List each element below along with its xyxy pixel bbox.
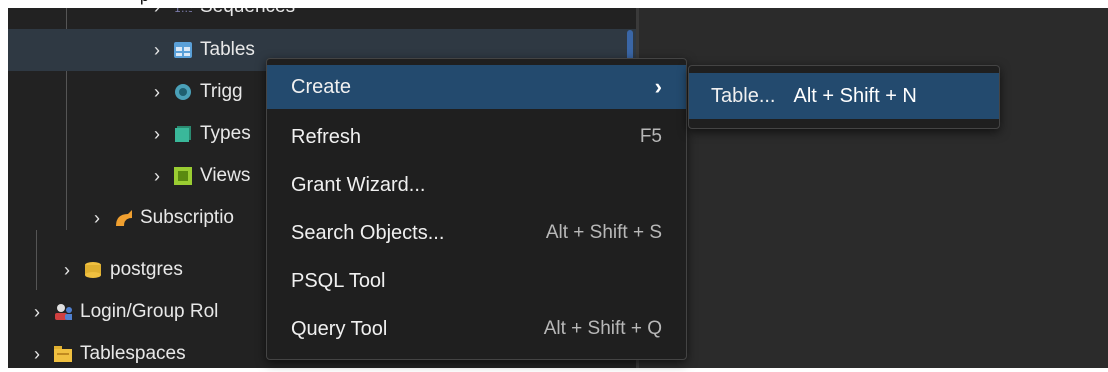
tree-item-label: Tablespaces: [80, 343, 186, 364]
top-border: [0, 0, 1108, 8]
menu-item-label: PSQL Tool: [291, 269, 386, 292]
tree-item-label: Login/Group Rol: [80, 301, 219, 322]
menu-item-query-tool[interactable]: Query Tool Alt + Shift + Q: [267, 307, 686, 351]
menu-item-label: Refresh: [291, 125, 362, 148]
views-icon: [174, 167, 192, 185]
chevron-right-icon[interactable]: ›: [146, 82, 168, 103]
menu-item-psql-tool[interactable]: PSQL Tool: [267, 259, 686, 303]
tree-item-label: postgres: [110, 259, 183, 280]
chevron-right-icon[interactable]: ›: [26, 302, 48, 323]
trigger-function-icon: [174, 83, 192, 101]
menu-item-refresh[interactable]: Refresh F5: [267, 115, 686, 159]
context-menu: Create › Refresh F5 Grant Wizard... Sear…: [266, 58, 687, 360]
database-icon: [84, 261, 102, 279]
chevron-right-icon: ›: [654, 74, 662, 99]
menu-item-label: Query Tool: [291, 317, 388, 340]
left-border: [0, 0, 8, 372]
tree-item-label: Types: [200, 123, 251, 144]
types-icon: [174, 125, 192, 143]
menu-item-label: Grant Wizard...: [291, 173, 426, 196]
menu-item-shortcut: Alt + Shift + S: [545, 222, 662, 243]
main-content-panel: [636, 0, 1108, 372]
chevron-right-icon[interactable]: ›: [56, 260, 78, 281]
menu-item-label: Create: [291, 75, 352, 98]
menu-item-create-table[interactable]: Table... Alt + Shift + N: [689, 73, 999, 119]
menu-item-grant-wizard[interactable]: Grant Wizard...: [267, 163, 686, 207]
tree-item-label: Tables: [200, 39, 255, 60]
tree-item-label: Views: [200, 165, 251, 186]
menu-item-create[interactable]: Create ›: [267, 65, 686, 109]
chevron-right-icon[interactable]: ›: [26, 344, 48, 365]
chevron-right-icon[interactable]: ›: [86, 208, 108, 229]
chevron-right-icon[interactable]: ›: [146, 166, 168, 187]
menu-item-shortcut: Alt + Shift + Q: [543, 318, 662, 339]
menu-item-search-objects[interactable]: Search Objects... Alt + Shift + S: [267, 211, 686, 255]
chevron-right-icon[interactable]: ›: [146, 124, 168, 145]
menu-item-shortcut: F5: [639, 126, 662, 147]
table-icon: [174, 41, 192, 59]
menu-item-shortcut: Alt + Shift + N: [793, 84, 917, 107]
login-roles-icon: [54, 303, 72, 321]
chevron-right-icon[interactable]: ›: [146, 40, 168, 61]
tree-item-label: Subscriptio: [140, 207, 234, 228]
subscriptions-icon: [114, 209, 132, 227]
tablespaces-icon: [54, 345, 72, 363]
create-submenu: Table... Alt + Shift + N: [688, 65, 1000, 129]
top-text-fragment: p: [140, 0, 149, 6]
bottom-border: [0, 368, 1108, 372]
tree-item-label: Trigg: [200, 81, 243, 102]
menu-item-label: Search Objects...: [291, 221, 445, 244]
menu-item-label: Table...: [711, 84, 776, 107]
